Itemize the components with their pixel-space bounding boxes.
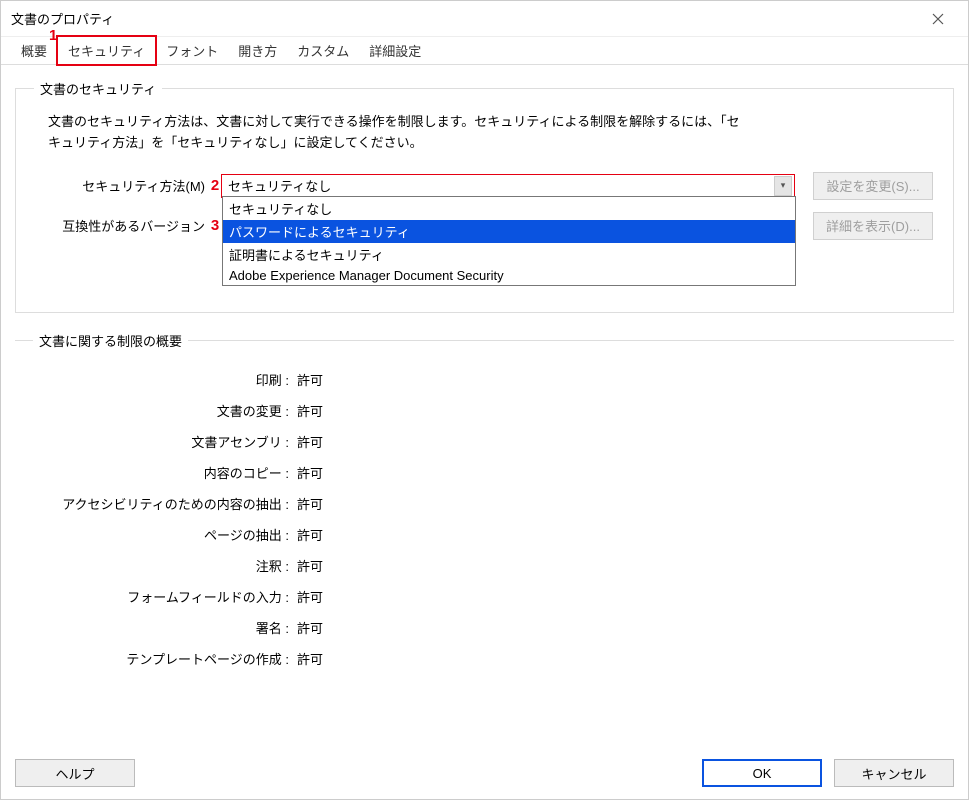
security-method-row: セキュリティ方法(M) 2 セキュリティなし ▾ 設定を変更(S)... セキュ… [34,172,935,200]
tab-content: 文書のセキュリティ 文書のセキュリティ方法は、文書に対して実行できる操作を制限し… [1,65,968,747]
perm-accessibility: アクセシビリティのための内容の抽出 :許可 [33,494,936,513]
security-method-selected: セキュリティなし [228,176,331,195]
option-no-security[interactable]: セキュリティなし [223,197,795,220]
help-button[interactable]: ヘルプ [15,759,135,787]
perm-comments: 注釈 :許可 [33,556,936,575]
security-description: 文書のセキュリティ方法は、文書に対して実行できる操作を制限します。セキュリティに… [34,112,935,154]
tab-initial-view[interactable]: 開き方 [228,37,287,64]
chevron-down-icon: ▾ [774,176,792,196]
close-icon [932,13,944,25]
dialog-footer: ヘルプ OK キャンセル [1,747,968,799]
tab-custom[interactable]: カスタム [287,37,359,64]
security-method-label: セキュリティ方法(M) [34,176,209,195]
compatibility-label: 互換性があるバージョン [34,216,209,235]
perm-form-fill: フォームフィールドの入力 :許可 [33,587,936,606]
perm-sign: 署名 :許可 [33,618,936,637]
permissions-legend: 文書に関する制限の概要 [33,331,188,350]
close-button[interactable] [918,1,958,36]
perm-page-extract: ページの抽出 :許可 [33,525,936,544]
perm-copy: 内容のコピー :許可 [33,463,936,482]
option-certificate-security[interactable]: 証明書によるセキュリティ [223,243,795,266]
cancel-button[interactable]: キャンセル [834,759,954,787]
tab-fonts[interactable]: フォント [156,37,228,64]
option-password-security[interactable]: パスワードによるセキュリティ [223,220,795,243]
security-method-dropdown: セキュリティなし パスワードによるセキュリティ 証明書によるセキュリティ Ado… [222,196,796,286]
titlebar: 文書のプロパティ [1,1,968,37]
security-legend: 文書のセキュリティ [34,79,162,98]
perm-template: テンプレートページの作成 :許可 [33,649,936,668]
security-group: 文書のセキュリティ 文書のセキュリティ方法は、文書に対して実行できる操作を制限し… [15,79,954,313]
annotation-2: 2 [209,177,221,194]
perm-print: 印刷 :許可 [33,370,936,389]
change-settings-button[interactable]: 設定を変更(S)... [813,172,933,200]
annotation-3: 3 [209,217,221,234]
document-properties-dialog: 文書のプロパティ 1 概要 セキュリティ フォント 開き方 カスタム 詳細設定 … [0,0,969,800]
perm-change: 文書の変更 :許可 [33,401,936,420]
tab-security[interactable]: セキュリティ [57,36,156,65]
security-method-combobox[interactable]: セキュリティなし ▾ [221,174,795,198]
option-aem-security[interactable]: Adobe Experience Manager Document Securi… [223,266,795,285]
window-title: 文書のプロパティ [11,9,918,28]
tab-bar: 1 概要 セキュリティ フォント 開き方 カスタム 詳細設定 [1,37,968,65]
show-details-button[interactable]: 詳細を表示(D)... [813,212,933,240]
perm-assembly: 文書アセンブリ :許可 [33,432,936,451]
permissions-group: 文書に関する制限の概要 印刷 :許可 文書の変更 :許可 文書アセンブリ :許可… [15,331,954,680]
ok-button[interactable]: OK [702,759,822,787]
tab-advanced[interactable]: 詳細設定 [359,37,431,64]
